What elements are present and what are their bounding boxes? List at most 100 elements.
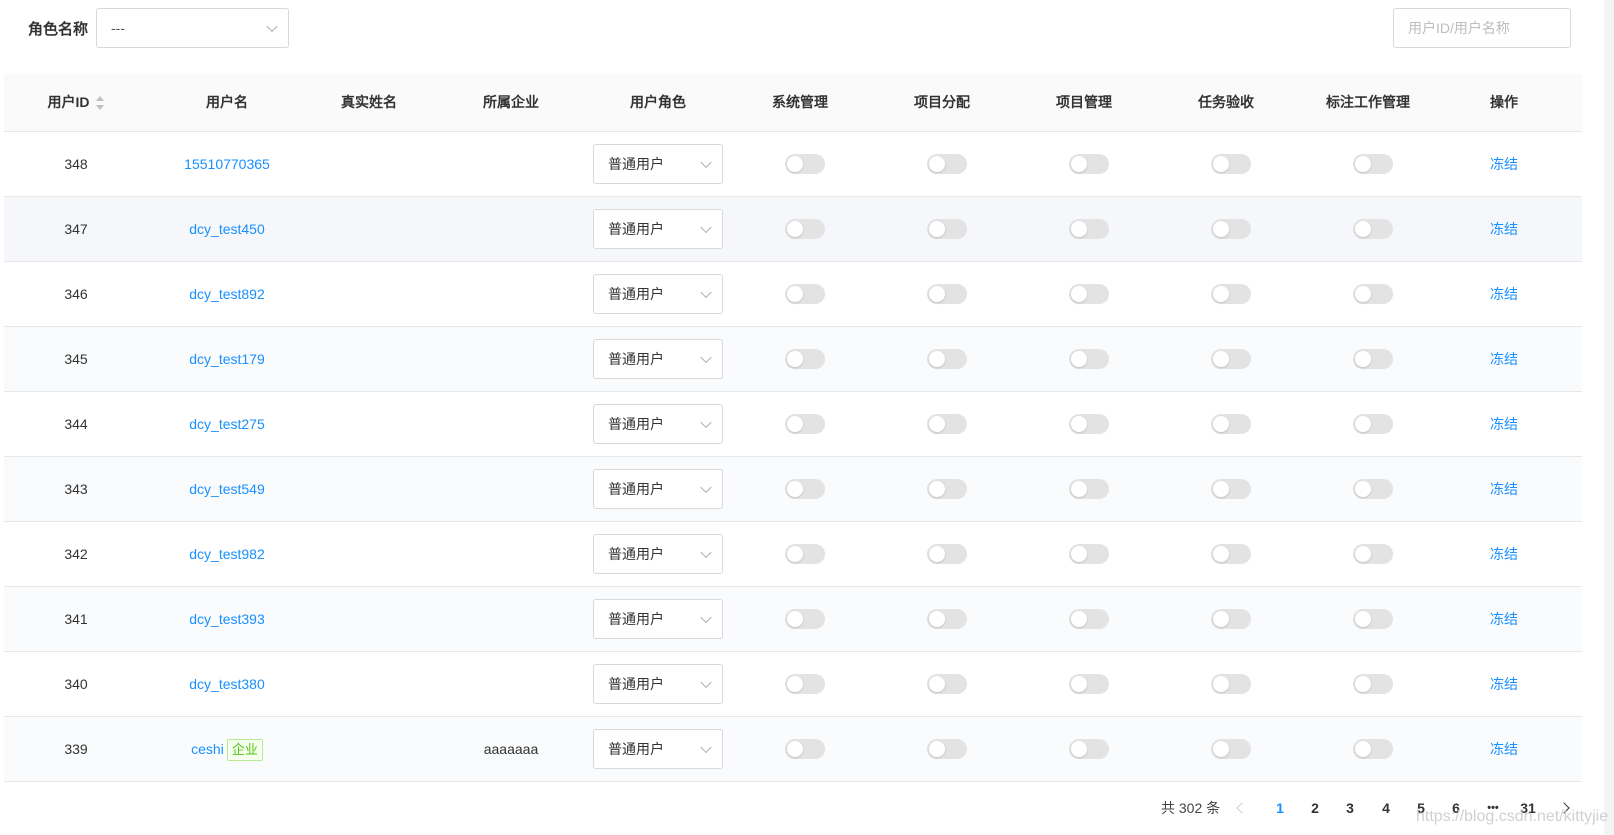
- role-select[interactable]: 普通用户: [593, 404, 723, 444]
- task-accept-switch[interactable]: [1211, 219, 1251, 239]
- project-assign-switch[interactable]: [927, 544, 967, 564]
- project-assign-switch[interactable]: [927, 154, 967, 174]
- project-manage-switch[interactable]: [1069, 609, 1109, 629]
- username-link[interactable]: dcy_test380: [189, 676, 265, 692]
- user-search-input[interactable]: [1393, 8, 1571, 48]
- project-assign-switch[interactable]: [927, 674, 967, 694]
- username-link[interactable]: dcy_test393: [189, 611, 265, 627]
- username-link[interactable]: dcy_test275: [189, 416, 265, 432]
- username-link[interactable]: dcy_test982: [189, 546, 265, 562]
- project-assign-switch[interactable]: [927, 219, 967, 239]
- freeze-link[interactable]: 冻结: [1490, 741, 1518, 757]
- project-manage-switch[interactable]: [1069, 414, 1109, 434]
- task-accept-switch[interactable]: [1211, 739, 1251, 759]
- freeze-link[interactable]: 冻结: [1490, 676, 1518, 692]
- label-manage-switch[interactable]: [1353, 284, 1393, 304]
- real-name-cell: [309, 717, 429, 781]
- task-accept-switch[interactable]: [1211, 479, 1251, 499]
- sys-manage-switch[interactable]: [785, 739, 825, 759]
- sys-manage-switch[interactable]: [785, 284, 825, 304]
- task-accept-switch[interactable]: [1211, 154, 1251, 174]
- project-manage-switch[interactable]: [1069, 479, 1109, 499]
- page-2[interactable]: 2: [1305, 796, 1325, 820]
- label-manage-switch[interactable]: [1353, 544, 1393, 564]
- project-assign-switch[interactable]: [927, 739, 967, 759]
- label-manage-switch[interactable]: [1353, 154, 1393, 174]
- project-assign-switch[interactable]: [927, 479, 967, 499]
- role-select[interactable]: 普通用户: [593, 469, 723, 509]
- role-select[interactable]: 普通用户: [593, 274, 723, 314]
- project-manage-switch[interactable]: [1069, 349, 1109, 369]
- username-link[interactable]: dcy_test450: [189, 221, 265, 237]
- task-accept-switch[interactable]: [1211, 674, 1251, 694]
- role-select[interactable]: 普通用户: [593, 664, 723, 704]
- role-filter-select[interactable]: ---: [96, 8, 289, 48]
- column-header-user-id[interactable]: 用户ID: [26, 74, 126, 131]
- sys-manage-switch[interactable]: [785, 414, 825, 434]
- freeze-link[interactable]: 冻结: [1490, 546, 1518, 562]
- vertical-scrollbar[interactable]: [1604, 0, 1614, 835]
- role-select[interactable]: 普通用户: [593, 144, 723, 184]
- freeze-link[interactable]: 冻结: [1490, 416, 1518, 432]
- project-assign-switch[interactable]: [927, 609, 967, 629]
- role-select[interactable]: 普通用户: [593, 729, 723, 769]
- user-id-cell: 348: [64, 156, 88, 172]
- project-manage-switch[interactable]: [1069, 544, 1109, 564]
- sys-manage-switch[interactable]: [785, 544, 825, 564]
- project-manage-switch[interactable]: [1069, 219, 1109, 239]
- project-manage-switch[interactable]: [1069, 284, 1109, 304]
- role-select[interactable]: 普通用户: [593, 339, 723, 379]
- project-manage-switch[interactable]: [1069, 739, 1109, 759]
- username-link[interactable]: dcy_test179: [189, 351, 265, 367]
- project-manage-switch[interactable]: [1069, 674, 1109, 694]
- project-assign-switch[interactable]: [927, 284, 967, 304]
- username-link[interactable]: dcy_test549: [189, 481, 265, 497]
- page-3[interactable]: 3: [1340, 796, 1360, 820]
- task-accept-switch[interactable]: [1211, 414, 1251, 434]
- freeze-link[interactable]: 冻结: [1490, 351, 1518, 367]
- switch-knob: [929, 741, 945, 757]
- sys-manage-switch[interactable]: [785, 479, 825, 499]
- task-accept-switch[interactable]: [1211, 349, 1251, 369]
- page-4[interactable]: 4: [1376, 796, 1396, 820]
- chevron-down-icon: [266, 20, 278, 33]
- label-manage-switch[interactable]: [1353, 609, 1393, 629]
- real-name-cell: [309, 327, 429, 391]
- sys-manage-switch[interactable]: [785, 349, 825, 369]
- username-link[interactable]: 15510770365: [184, 156, 270, 172]
- task-accept-switch[interactable]: [1211, 284, 1251, 304]
- freeze-link-cell: 冻结: [1454, 327, 1554, 391]
- role-select[interactable]: 普通用户: [593, 534, 723, 574]
- sys-manage-switch[interactable]: [785, 219, 825, 239]
- page-1[interactable]: 1: [1270, 796, 1290, 820]
- sys-manage-switch[interactable]: [785, 609, 825, 629]
- company-cell: [451, 522, 571, 586]
- prev-page-icon[interactable]: [1236, 802, 1248, 814]
- switch-knob: [1355, 611, 1371, 627]
- label-manage-switch[interactable]: [1353, 349, 1393, 369]
- freeze-link[interactable]: 冻结: [1490, 481, 1518, 497]
- username-link[interactable]: ceshi: [191, 741, 224, 757]
- label-manage-switch[interactable]: [1353, 674, 1393, 694]
- sort-icon[interactable]: [95, 96, 105, 111]
- project-assign-switch[interactable]: [927, 414, 967, 434]
- real-name-cell: [309, 457, 429, 521]
- project-manage-switch[interactable]: [1069, 154, 1109, 174]
- label-manage-switch[interactable]: [1353, 414, 1393, 434]
- freeze-link[interactable]: 冻结: [1490, 221, 1518, 237]
- freeze-link[interactable]: 冻结: [1490, 156, 1518, 172]
- role-select[interactable]: 普通用户: [593, 209, 723, 249]
- task-accept-switch[interactable]: [1211, 544, 1251, 564]
- username-link[interactable]: dcy_test892: [189, 286, 265, 302]
- column-header-sys-manage: 系统管理: [772, 94, 828, 110]
- project-assign-switch[interactable]: [927, 349, 967, 369]
- freeze-link[interactable]: 冻结: [1490, 611, 1518, 627]
- label-manage-switch[interactable]: [1353, 219, 1393, 239]
- role-select[interactable]: 普通用户: [593, 599, 723, 639]
- label-manage-switch[interactable]: [1353, 479, 1393, 499]
- sys-manage-switch[interactable]: [785, 674, 825, 694]
- task-accept-switch[interactable]: [1211, 609, 1251, 629]
- freeze-link[interactable]: 冻结: [1490, 286, 1518, 302]
- label-manage-switch[interactable]: [1353, 739, 1393, 759]
- sys-manage-switch[interactable]: [785, 154, 825, 174]
